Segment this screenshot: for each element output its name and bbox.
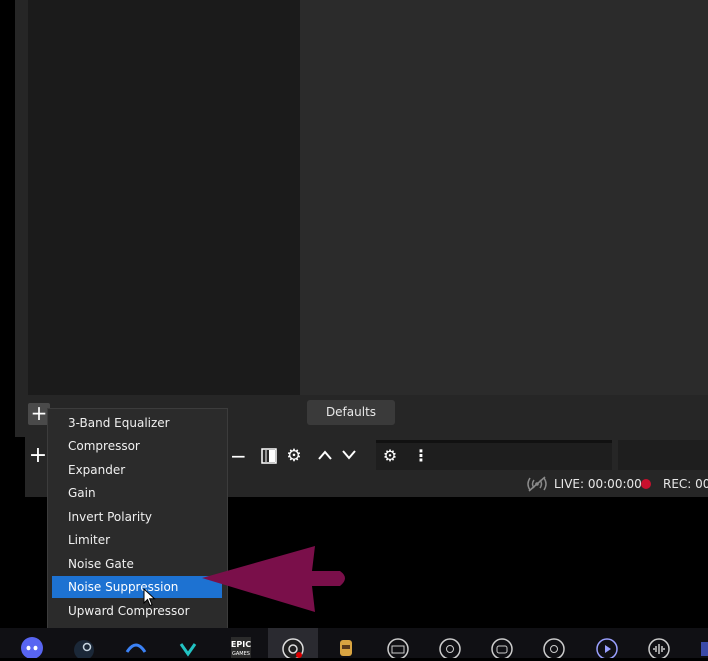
defaults-button[interactable]: Defaults bbox=[307, 400, 395, 425]
audio-meter bbox=[618, 440, 708, 470]
epic-label: EPIC bbox=[231, 640, 251, 649]
menu-item-compressor[interactable]: Compressor bbox=[52, 435, 222, 457]
app-icon-blue[interactable] bbox=[124, 636, 148, 658]
menu-item-noise-gate[interactable]: Noise Gate bbox=[52, 553, 222, 575]
source-properties-gear-icon[interactable]: ⚙ bbox=[285, 446, 303, 466]
obs-icon-3[interactable] bbox=[542, 636, 566, 660]
taskbar-edge-icon[interactable] bbox=[699, 636, 708, 658]
audio-mixer-controls bbox=[376, 440, 612, 470]
live-status: LIVE: 00:00:00 bbox=[554, 477, 642, 491]
steam-icon[interactable] bbox=[72, 636, 96, 660]
obs-icon-2[interactable] bbox=[438, 636, 462, 660]
menu-item-gain[interactable]: Gain bbox=[52, 482, 222, 504]
remove-source-icon[interactable]: − bbox=[230, 445, 247, 467]
discord-icon[interactable] bbox=[20, 636, 44, 659]
menu-item-limiter[interactable]: Limiter bbox=[52, 529, 222, 551]
source-filters-icon[interactable] bbox=[261, 448, 277, 464]
video-player-icon[interactable] bbox=[490, 636, 514, 660]
mixer-advanced-gear-icon[interactable]: ⚙ bbox=[380, 446, 400, 466]
audio-wave-icon[interactable] bbox=[647, 636, 671, 660]
filter-properties-panel bbox=[300, 0, 708, 395]
move-down-icon[interactable] bbox=[341, 448, 357, 465]
menu-item-invert-polarity[interactable]: Invert Polarity bbox=[52, 506, 222, 528]
menu-item-expander[interactable]: Expander bbox=[52, 459, 222, 481]
game-character-icon[interactable] bbox=[334, 636, 358, 658]
add-source-button[interactable]: + bbox=[28, 444, 48, 468]
keyboard-icon[interactable] bbox=[386, 636, 410, 660]
mixer-menu-icon[interactable]: ⋮ bbox=[413, 446, 429, 466]
epic-games-icon[interactable]: EPIC GAMES bbox=[228, 636, 254, 658]
recording-dot-icon bbox=[641, 479, 651, 489]
obs-studio-icon[interactable] bbox=[281, 636, 305, 660]
menu-item-noise-suppression[interactable]: Noise Suppression bbox=[52, 576, 222, 598]
menu-item-3-band-equalizer[interactable]: 3-Band Equalizer bbox=[52, 412, 222, 434]
mouse-cursor-icon bbox=[143, 587, 157, 611]
app-icon-teal[interactable] bbox=[176, 636, 200, 658]
epic-sub-label: GAMES bbox=[232, 651, 250, 657]
filter-list[interactable] bbox=[28, 0, 300, 395]
media-play-icon[interactable] bbox=[595, 636, 619, 660]
annotation-arrow bbox=[200, 540, 350, 618]
recording-status: REC: 00 bbox=[663, 477, 708, 491]
menu-item-upward-compressor[interactable]: Upward Compressor bbox=[52, 600, 222, 622]
live-signal-icon bbox=[526, 476, 548, 492]
move-up-icon[interactable] bbox=[317, 448, 333, 465]
